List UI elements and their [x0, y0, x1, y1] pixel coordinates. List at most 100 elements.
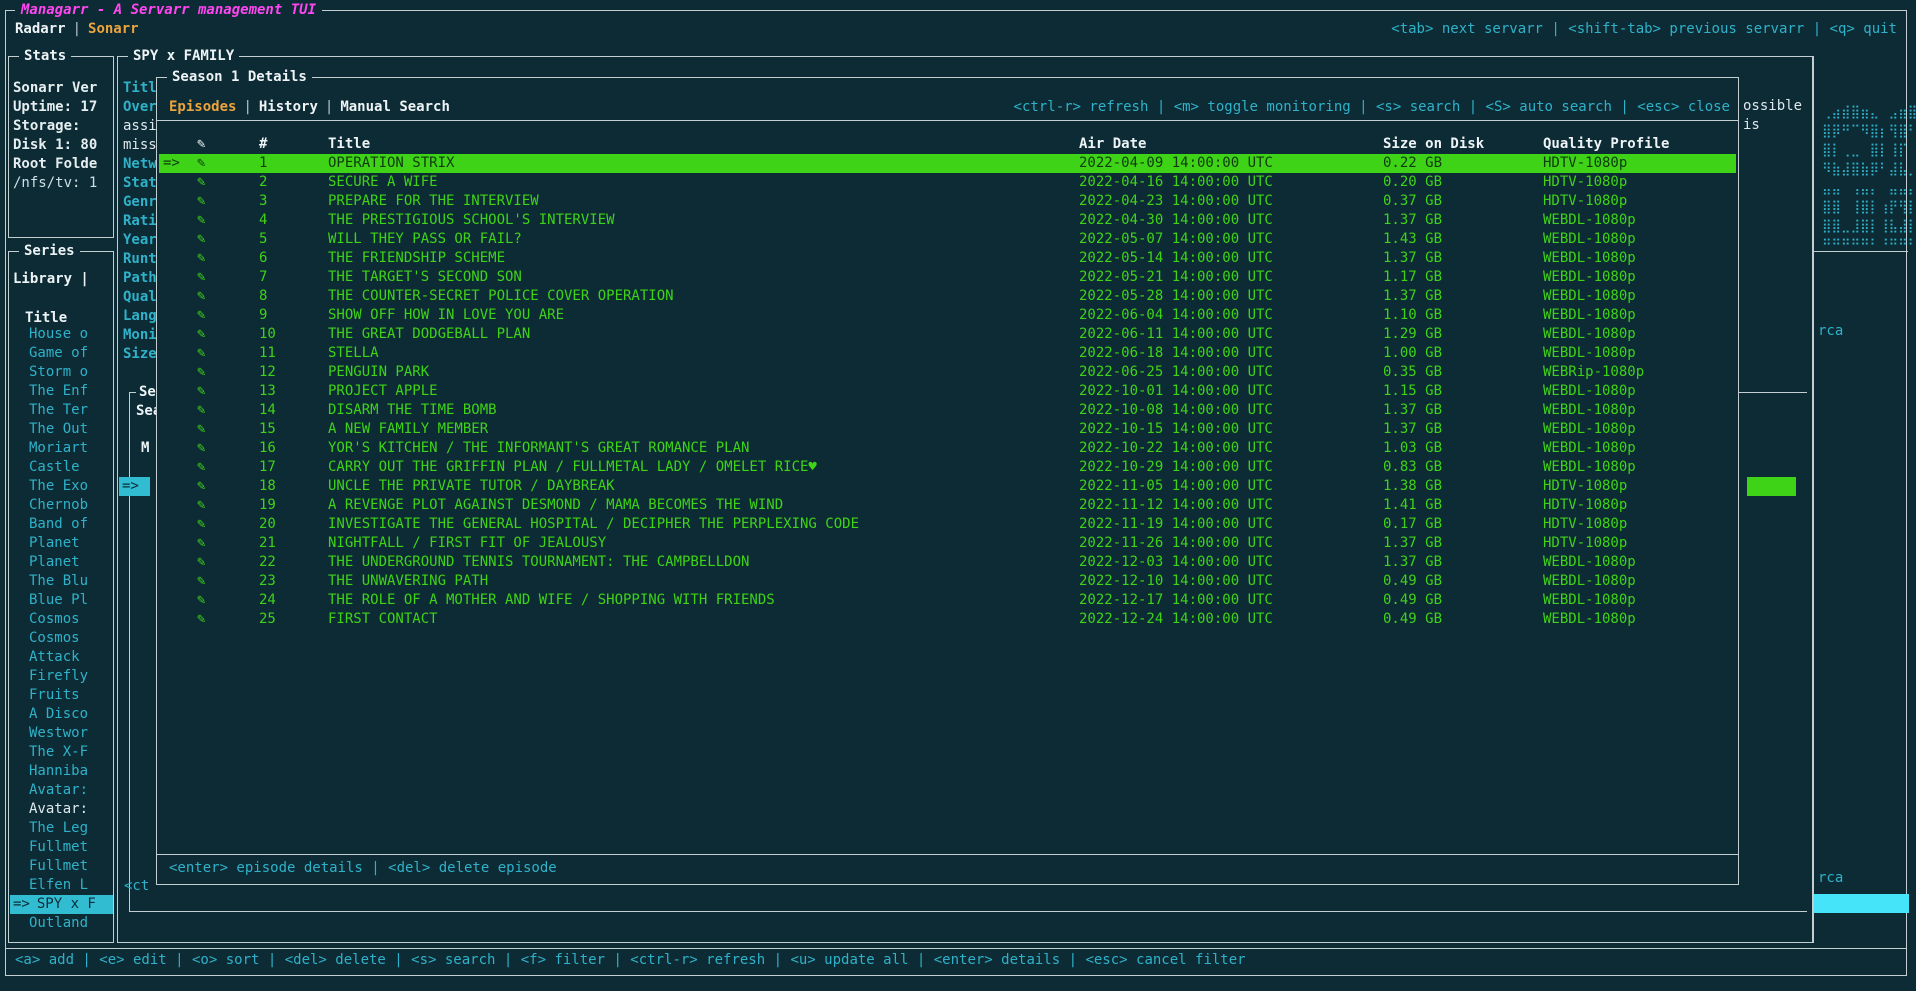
selection-arrow	[159, 192, 197, 211]
tab-episodes[interactable]: Episodes	[169, 99, 236, 115]
braille-logo-art: ⢀⣴⣾⣿⣶⣄⠀⣠⣶⣿⣿⡿⠛⠉⠻⣿⡆⢻⣿⠃⣿⡇⢀⣀⠀⣿⡇⢸⡏⠀⠻⣷⣼⣿⣷⡿⠃⣼⣧⡀…	[1822, 65, 1916, 293]
pencil-icon: ✎	[197, 496, 259, 515]
episode-quality: HDTV-1080p	[1543, 173, 1736, 192]
tab-library[interactable]: Library |	[13, 270, 89, 289]
series-list-item[interactable]: Avatar:	[10, 800, 113, 819]
stats-panel-title: Stats	[19, 47, 71, 66]
header-spacer	[159, 135, 197, 154]
episode-row[interactable]: ✎21NIGHTFALL / FIRST FIT OF JEALOUSY2022…	[159, 534, 1736, 553]
episode-row[interactable]: ✎2SECURE A WIFE2022-04-16 14:00:00 UTC0.…	[159, 173, 1736, 192]
pencil-icon: ✎	[197, 572, 259, 591]
series-list-item[interactable]: Blue Pl	[10, 591, 113, 610]
episode-row[interactable]: ✎6THE FRIENDSHIP SCHEME2022-05-14 14:00:…	[159, 249, 1736, 268]
series-list-item[interactable]: Attack	[10, 648, 113, 667]
series-list-item[interactable]: Outland	[10, 914, 113, 933]
series-list-item[interactable]: The Ter	[10, 401, 113, 420]
episode-row[interactable]: ✎19A REVENGE PLOT AGAINST DESMOND / MAMA…	[159, 496, 1736, 515]
episode-row[interactable]: ✎11STELLA2022-06-18 14:00:00 UTC1.00 GBW…	[159, 344, 1736, 363]
episode-air-date: 2022-10-29 14:00:00 UTC	[1079, 458, 1383, 477]
series-list-item[interactable]: Castle	[10, 458, 113, 477]
episode-row[interactable]: ✎18UNCLE THE PRIVATE TUTOR / DAYBREAK202…	[159, 477, 1736, 496]
series-list-item[interactable]: Cosmos	[10, 629, 113, 648]
series-list-item[interactable]: Cosmos	[10, 610, 113, 629]
series-list-item[interactable]: Storm o	[10, 363, 113, 382]
episode-row[interactable]: ✎16YOR'S KITCHEN / THE INFORMANT'S GREAT…	[159, 439, 1736, 458]
episode-air-date: 2022-06-25 14:00:00 UTC	[1079, 363, 1383, 382]
series-list-item[interactable]: The Enf	[10, 382, 113, 401]
episode-quality: HDTV-1080p	[1543, 496, 1736, 515]
pencil-icon: ✎	[197, 211, 259, 230]
episode-row[interactable]: ✎9SHOW OFF HOW IN LOVE YOU ARE2022-06-04…	[159, 306, 1736, 325]
episode-row[interactable]: ✎12PENGUIN PARK2022-06-25 14:00:00 UTC0.…	[159, 363, 1736, 382]
series-list-item[interactable]: Fullmet	[10, 838, 113, 857]
episode-row[interactable]: ✎22THE UNDERGROUND TENNIS TOURNAMENT: TH…	[159, 553, 1736, 572]
top-keybind-hints: <tab> next servarr | <shift-tab> previou…	[1391, 20, 1897, 39]
episode-row[interactable]: ✎23THE UNWAVERING PATH2022-12-10 14:00:0…	[159, 572, 1736, 591]
series-list-item[interactable]: The Leg	[10, 819, 113, 838]
episode-row[interactable]: ✎8THE COUNTER-SECRET POLICE COVER OPERAT…	[159, 287, 1736, 306]
series-list-item[interactable]: Fullmet	[10, 857, 113, 876]
series-list-item[interactable]: Band of	[10, 515, 113, 534]
episodes-table-header: ✎ # Title Air Date Size on Disk Quality …	[159, 135, 1736, 154]
series-panel: Series Library | Title House o Game of S…	[8, 251, 114, 943]
series-list-item[interactable]: The X-F	[10, 743, 113, 762]
selection-arrow	[159, 382, 197, 401]
stats-panel: Stats Sonarr Ver Uptime: 17 Storage: Dis…	[8, 56, 114, 238]
episode-row[interactable]: ✎3PREPARE FOR THE INTERVIEW2022-04-23 14…	[159, 192, 1736, 211]
episode-row[interactable]: ✎13PROJECT APPLE2022-10-01 14:00:00 UTC1…	[159, 382, 1736, 401]
episode-size: 1.17 GB	[1383, 268, 1543, 287]
episode-row[interactable]: ✎5WILL THEY PASS OR FAIL?2022-05-07 14:0…	[159, 230, 1736, 249]
tab-sonarr[interactable]: Sonarr	[88, 21, 139, 37]
series-list-item[interactable]: Fruits	[10, 686, 113, 705]
series-list-item[interactable]: Westwor	[10, 724, 113, 743]
episode-row[interactable]: ✎10THE GREAT DODGEBALL PLAN2022-06-11 14…	[159, 325, 1736, 344]
header-air-date: Air Date	[1079, 135, 1383, 154]
series-list-item[interactable]: House o	[10, 325, 113, 344]
episode-row[interactable]: ✎25FIRST CONTACT2022-12-24 14:00:00 UTC0…	[159, 610, 1736, 629]
selection-arrow: =>	[159, 154, 197, 173]
series-list-item[interactable]: A Disco	[10, 705, 113, 724]
episode-quality: WEBDL-1080p	[1543, 420, 1736, 439]
bottom-bar-divider	[6, 948, 1906, 949]
episode-row[interactable]: ✎15A NEW FAMILY MEMBER2022-10-15 14:00:0…	[159, 420, 1736, 439]
episode-row[interactable]: ✎17CARRY OUT THE GRIFFIN PLAN / FULLMETA…	[159, 458, 1736, 477]
pencil-icon: ✎	[197, 325, 259, 344]
series-list-item[interactable]: Firefly	[10, 667, 113, 686]
series-list-item[interactable]: Elfen L	[10, 876, 113, 895]
pencil-icon: ✎	[197, 306, 259, 325]
overview-text-fragment: is	[1743, 116, 1760, 135]
series-list-item[interactable]: Avatar:	[10, 781, 113, 800]
series-list-item[interactable]: The Blu	[10, 572, 113, 591]
episode-row[interactable]: ✎14DISARM THE TIME BOMB2022-10-08 14:00:…	[159, 401, 1736, 420]
series-list-item[interactable]: Planet	[10, 553, 113, 572]
episode-row[interactable]: ✎7THE TARGET'S SECOND SON2022-05-21 14:0…	[159, 268, 1736, 287]
selection-arrow	[159, 211, 197, 230]
series-list-item[interactable]: Moriart	[10, 439, 113, 458]
episode-row[interactable]: ✎20INVESTIGATE THE GENERAL HOSPITAL / DE…	[159, 515, 1736, 534]
episode-quality: WEBDL-1080p	[1543, 610, 1736, 629]
episode-row[interactable]: ✎4THE PRESTIGIOUS SCHOOL'S INTERVIEW2022…	[159, 211, 1736, 230]
episode-number: 15	[259, 420, 328, 439]
tab-radarr[interactable]: Radarr	[15, 21, 66, 37]
series-list-item[interactable]: Hanniba	[10, 762, 113, 781]
series-list-item[interactable]: The Exo	[10, 477, 113, 496]
series-list-item[interactable]: The Out	[10, 420, 113, 439]
pencil-icon: ✎	[197, 173, 259, 192]
series-list-item[interactable]: Planet	[10, 534, 113, 553]
episode-number: 23	[259, 572, 328, 591]
bottom-keybind-hints: <a> add | <e> edit | <o> sort | <del> de…	[15, 951, 1246, 970]
selected-season-row-fragment[interactable]: =>	[119, 477, 150, 496]
series-list-item[interactable]: Game of	[10, 344, 113, 363]
episode-title: A REVENGE PLOT AGAINST DESMOND / MAMA BE…	[328, 496, 1079, 515]
episode-title: THE UNWAVERING PATH	[328, 572, 1079, 591]
tab-history[interactable]: History	[259, 99, 318, 115]
series-list-item-selected[interactable]: =>SPY x F	[10, 895, 113, 914]
episode-air-date: 2022-04-16 14:00:00 UTC	[1079, 173, 1383, 192]
tab-manual-search[interactable]: Manual Search	[340, 99, 450, 115]
episode-row[interactable]: ✎24THE ROLE OF A MOTHER AND WIFE / SHOPP…	[159, 591, 1736, 610]
series-list-item[interactable]: Chernob	[10, 496, 113, 515]
episode-size: 0.49 GB	[1383, 591, 1543, 610]
episode-row-selected[interactable]: =>✎1OPERATION STRIX2022-04-09 14:00:00 U…	[159, 154, 1736, 173]
episode-air-date: 2022-10-08 14:00:00 UTC	[1079, 401, 1383, 420]
pencil-icon: ✎	[197, 515, 259, 534]
